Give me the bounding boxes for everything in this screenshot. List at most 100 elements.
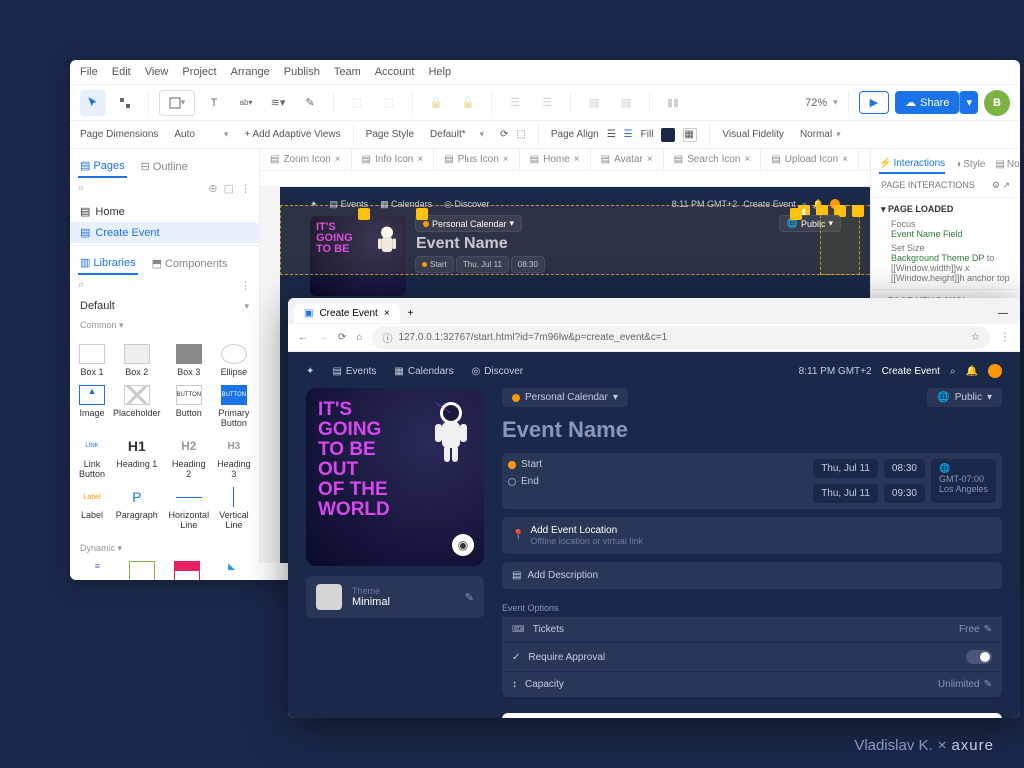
nav-discover[interactable]: ◎ Discover bbox=[471, 366, 523, 377]
libraries-tab[interactable]: ▥ Libraries bbox=[78, 252, 138, 275]
poster-edit[interactable]: ◉ bbox=[452, 534, 474, 556]
widget-placeholder[interactable]: Placeholder bbox=[110, 382, 164, 431]
focus-target[interactable]: Event Name Field bbox=[891, 229, 1010, 239]
move-tool[interactable] bbox=[112, 90, 138, 116]
lib-search[interactable]: ⌕⋮ bbox=[70, 275, 259, 296]
menu-view[interactable]: View bbox=[145, 66, 169, 78]
chevron-down-icon[interactable]: ▾ bbox=[833, 97, 838, 108]
capacity-option[interactable]: ↕ Capacity Unlimited ✎ bbox=[502, 672, 1002, 697]
pen-tool[interactable]: ✎ bbox=[297, 90, 323, 116]
pages-tab[interactable]: ▤ Pages bbox=[78, 155, 127, 178]
size-target[interactable]: Background Theme DP bbox=[891, 253, 984, 263]
doc-tab[interactable]: ▤ Edit Icon × bbox=[859, 149, 870, 170]
page-style-select[interactable]: Default*▾ bbox=[422, 126, 492, 143]
tickets-option[interactable]: 🎟 Tickets Free ✎ bbox=[502, 617, 1002, 643]
calendar-chip[interactable]: Personal Calendar ▾ bbox=[502, 388, 628, 407]
forward-tool[interactable]: ▤ bbox=[581, 90, 607, 116]
widget-button[interactable]: BUTTONButton bbox=[166, 382, 213, 431]
input-tool[interactable]: ab▾ bbox=[233, 90, 259, 116]
interactions-tab[interactable]: ⚡Interactions bbox=[879, 155, 945, 174]
theme-card[interactable]: Theme Minimal ✎ bbox=[306, 576, 484, 618]
menu-icon[interactable]: ⋮ bbox=[1000, 332, 1010, 343]
star-icon[interactable]: ☆ bbox=[971, 332, 980, 343]
menu-team[interactable]: Team bbox=[334, 66, 361, 78]
page-home[interactable]: ▤ Home bbox=[70, 201, 259, 222]
menu-publish[interactable]: Publish bbox=[284, 66, 320, 78]
notes-tab[interactable]: ▤Notes bbox=[995, 155, 1020, 174]
widget-label[interactable]: LabelLabel bbox=[76, 484, 108, 533]
align-center-icon[interactable]: ☰ bbox=[624, 129, 633, 140]
event-poster[interactable]: IT'S GOING TO BE OUT OF THE WORLD ◉ bbox=[306, 388, 484, 566]
doc-tab[interactable]: ▤ Zoom Icon × bbox=[260, 149, 352, 170]
dist-tool[interactable]: ☰ bbox=[534, 90, 560, 116]
widget-h3[interactable]: H3Heading 3 bbox=[214, 433, 254, 482]
nav-create[interactable]: Create Event bbox=[882, 366, 940, 377]
bell-icon[interactable]: 🔔 bbox=[966, 366, 978, 377]
menu-file[interactable]: File bbox=[80, 66, 98, 78]
widget-hline[interactable]: Horizontal Line bbox=[166, 484, 213, 533]
home-icon[interactable]: ⌂ bbox=[356, 332, 362, 343]
user-avatar[interactable]: B bbox=[984, 90, 1010, 116]
more-tool[interactable]: ▮▮ bbox=[660, 90, 686, 116]
logo-icon[interactable]: ✦ bbox=[306, 366, 314, 377]
page-create-event[interactable]: ▤ Create Event bbox=[70, 222, 259, 243]
browser-tab[interactable]: ▣Create Event× bbox=[294, 304, 400, 323]
address-bar[interactable]: ⓘ127.0.0.1:32767/start.html?id=7m96lw&p=… bbox=[372, 326, 990, 349]
group-tool[interactable]: ⬚ bbox=[344, 90, 370, 116]
start-time[interactable]: 08:30 bbox=[884, 459, 925, 478]
folder-icon[interactable]: ▢ bbox=[224, 182, 234, 195]
menu-arrange[interactable]: Arrange bbox=[231, 66, 270, 78]
unlock-tool[interactable]: 🔓 bbox=[455, 90, 481, 116]
doc-tab[interactable]: ▤ Upload Icon × bbox=[761, 149, 859, 170]
settings-icon[interactable]: ⚙ ↗ bbox=[992, 180, 1010, 191]
start-date[interactable]: Thu, Jul 11 bbox=[813, 459, 878, 478]
search-icon[interactable]: ⌕ bbox=[950, 366, 956, 377]
timezone[interactable]: 🌐 GMT-07:00 Los Angeles bbox=[931, 459, 996, 503]
menu-project[interactable]: Project bbox=[182, 66, 216, 78]
widget-box3[interactable]: Box 3 bbox=[166, 341, 213, 380]
preview-button[interactable]: ▶ bbox=[859, 91, 889, 114]
more-icon[interactable]: ⋮ bbox=[240, 182, 251, 195]
widget-box2[interactable]: Box 2 bbox=[110, 341, 164, 380]
link-icon[interactable]: ⟳ bbox=[500, 129, 508, 140]
widget-link[interactable]: LINKLink Button bbox=[76, 433, 108, 482]
visual-fidelity-select[interactable]: Normal▾ bbox=[792, 126, 849, 143]
back-icon[interactable]: ← bbox=[298, 332, 308, 343]
widget-primary-btn[interactable]: BUTTONPrimary Button bbox=[214, 382, 254, 431]
reload-icon[interactable]: ⟳ bbox=[338, 332, 346, 343]
approval-toggle[interactable] bbox=[966, 650, 992, 664]
forward-icon[interactable]: → bbox=[318, 332, 328, 343]
visibility-chip[interactable]: 🌐 Public ▾ bbox=[927, 388, 1002, 407]
minimize-icon[interactable]: — bbox=[992, 308, 1014, 319]
menu-edit[interactable]: Edit bbox=[112, 66, 131, 78]
widget-table[interactable] bbox=[166, 558, 209, 580]
nav-calendars[interactable]: ▦ Calendars bbox=[394, 366, 453, 377]
zoom-value[interactable]: 72% bbox=[805, 97, 827, 109]
lock-tool[interactable]: 🔒 bbox=[423, 90, 449, 116]
add-page-icon[interactable]: ⊕ bbox=[208, 182, 217, 195]
approval-option[interactable]: ✓ Require Approval bbox=[502, 643, 1002, 672]
pencil-icon[interactable]: ✎ bbox=[465, 591, 474, 604]
lib-select[interactable]: Default▾ bbox=[70, 296, 259, 316]
fill-swatch[interactable] bbox=[661, 128, 675, 142]
doc-tab[interactable]: ▤ Info Icon × bbox=[352, 149, 435, 170]
close-icon[interactable]: × bbox=[384, 308, 390, 319]
ungroup-tool[interactable]: ⬚ bbox=[376, 90, 402, 116]
description-card[interactable]: ▤ Add Description bbox=[502, 562, 1002, 589]
doc-tab[interactable]: ▤ Home × bbox=[520, 149, 591, 170]
user-avatar[interactable] bbox=[988, 364, 1002, 378]
components-tab[interactable]: ⬒ Components bbox=[150, 252, 230, 275]
menu-account[interactable]: Account bbox=[375, 66, 415, 78]
widget-h2[interactable]: H2Heading 2 bbox=[166, 433, 213, 482]
fill-pattern[interactable]: ▦ bbox=[683, 128, 697, 142]
align-tool[interactable]: ☰ bbox=[502, 90, 528, 116]
share-dropdown[interactable]: ▾ bbox=[959, 91, 978, 114]
nav-events[interactable]: ▤ Events bbox=[332, 366, 376, 377]
doc-tab[interactable]: ▤ Plus Icon × bbox=[434, 149, 519, 170]
widget-more[interactable]: ◣ bbox=[210, 558, 253, 580]
rect-tool[interactable]: ▾ bbox=[159, 90, 195, 116]
location-card[interactable]: 📍 Add Event Location Offline location or… bbox=[502, 517, 1002, 554]
style-tab[interactable]: ◑Style bbox=[955, 155, 985, 174]
layer-tool[interactable]: ≋▾ bbox=[265, 90, 291, 116]
widget-vline[interactable]: Vertical Line bbox=[214, 484, 254, 533]
